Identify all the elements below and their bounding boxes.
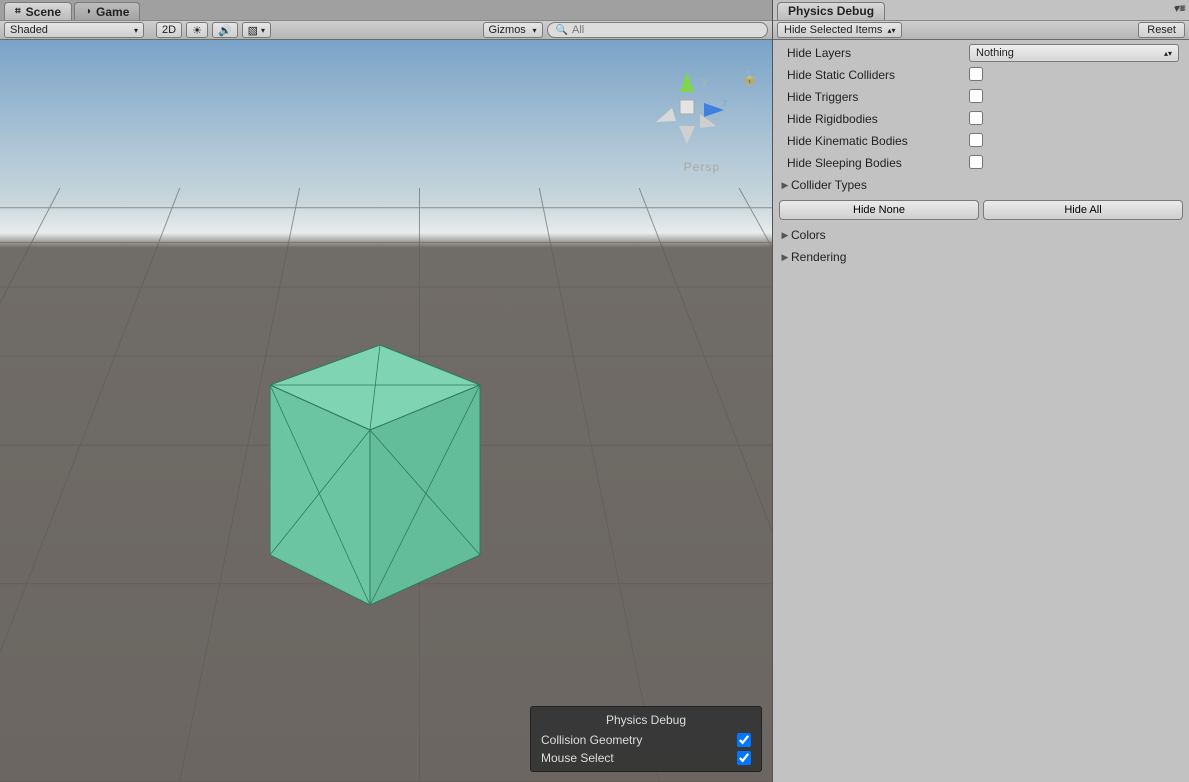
- image-icon: ▧: [248, 24, 258, 37]
- reset-button[interactable]: Reset: [1138, 22, 1185, 38]
- tab-physics-debug-label: Physics Debug: [788, 4, 874, 18]
- hide-none-button[interactable]: Hide None: [779, 200, 979, 220]
- tab-scene-label: Scene: [26, 5, 61, 19]
- hide-kinematic-label: Hide Kinematic Bodies: [779, 134, 969, 148]
- right-toolbar: Hide Selected Items ▴▾ Reset: [773, 20, 1189, 40]
- search-placeholder: All: [572, 24, 584, 36]
- physics-debug-panel: Physics Debug ▾≡ Hide Selected Items ▴▾ …: [773, 0, 1189, 782]
- projection-label[interactable]: Persp: [684, 160, 720, 174]
- triangle-right-icon: ▶: [779, 252, 791, 263]
- hide-all-button[interactable]: Hide All: [983, 200, 1183, 220]
- triangle-right-icon: ▶: [779, 180, 791, 191]
- hide-rigidbodies-checkbox[interactable]: [969, 111, 983, 125]
- axis-z-label: z: [722, 97, 728, 109]
- orientation-gizmo[interactable]: y z: [642, 66, 732, 156]
- foldout-colors[interactable]: ▶ Colors: [779, 224, 1183, 246]
- physics-debug-overlay: Physics Debug Collision Geometry Mouse S…: [530, 706, 762, 772]
- gizmos-dropdown[interactable]: Gizmos ▾: [483, 22, 543, 38]
- overlay-title: Physics Debug: [531, 711, 761, 731]
- scene-search-input[interactable]: 🔍 All: [547, 22, 768, 38]
- updown-icon: ▴▾: [1164, 49, 1172, 58]
- gizmos-label: Gizmos: [489, 24, 526, 36]
- hide-sleeping-checkbox[interactable]: [969, 155, 983, 169]
- audio-toggle[interactable]: 🔊: [212, 22, 238, 38]
- overlay-mouse-checkbox[interactable]: [737, 751, 751, 765]
- lock-icon[interactable]: 🔒: [742, 70, 758, 86]
- axis-y-label: y: [702, 75, 708, 87]
- hide-layers-value: Nothing: [976, 47, 1014, 59]
- right-body: Hide Layers Nothing ▴▾ Hide Static Colli…: [773, 40, 1189, 782]
- hide-layers-label: Hide Layers: [779, 46, 969, 60]
- tab-game[interactable]: ◑ Game: [74, 2, 140, 20]
- hide-triggers-label: Hide Triggers: [779, 90, 969, 104]
- hide-rigidbodies-label: Hide Rigidbodies: [779, 112, 969, 126]
- toggle-2d-button[interactable]: 2D: [156, 22, 182, 38]
- updown-icon: ▴▾: [887, 26, 895, 35]
- game-icon: ◑: [85, 6, 91, 17]
- right-tab-bar: Physics Debug ▾≡: [773, 0, 1189, 20]
- hide-triggers-checkbox[interactable]: [969, 89, 983, 103]
- hide-layers-dropdown[interactable]: Nothing ▴▾: [969, 44, 1179, 62]
- filter-mode-dropdown[interactable]: Hide Selected Items ▴▾: [777, 22, 902, 38]
- overlay-mouse-label: Mouse Select: [541, 751, 614, 765]
- scene-viewport[interactable]: y z Persp 🔒: [0, 40, 772, 782]
- shading-label: Shaded: [10, 24, 48, 36]
- foldout-collider-types[interactable]: ▶ Collider Types: [779, 174, 1183, 196]
- hide-static-label: Hide Static Colliders: [779, 68, 969, 82]
- foldout-rendering[interactable]: ▶ Rendering: [779, 246, 1183, 268]
- foldout-collider-types-label: Collider Types: [791, 178, 867, 192]
- triangle-right-icon: ▶: [779, 230, 791, 241]
- tab-physics-debug[interactable]: Physics Debug: [777, 2, 885, 20]
- tab-scene[interactable]: ⌗ Scene: [4, 2, 72, 20]
- search-icon: 🔍: [556, 25, 568, 36]
- chevron-down-icon: ▾: [261, 26, 265, 35]
- filter-mode-label: Hide Selected Items: [784, 24, 882, 36]
- panel-options-right-icon[interactable]: ▾≡: [1174, 4, 1185, 15]
- lighting-toggle[interactable]: ☀: [186, 22, 208, 38]
- scene-tab-bar: ⌗ Scene ◑ Game ▾≡: [0, 0, 772, 20]
- hide-sleeping-label: Hide Sleeping Bodies: [779, 156, 969, 170]
- sun-icon: ☀: [192, 24, 202, 37]
- chevron-down-icon: ▾: [134, 26, 138, 35]
- overlay-collision-checkbox[interactable]: [737, 733, 751, 747]
- hide-kinematic-checkbox[interactable]: [969, 133, 983, 147]
- foldout-rendering-label: Rendering: [791, 250, 846, 264]
- effects-toggle[interactable]: ▧▾: [242, 22, 271, 38]
- chevron-down-icon: ▾: [533, 26, 537, 35]
- scene-toolbar: Shaded ▾ 2D ☀ 🔊 ▧▾ Gizmos ▾ 🔍 All: [0, 20, 772, 40]
- scene-panel: ⌗ Scene ◑ Game ▾≡ Shaded ▾ 2D ☀ 🔊 ▧▾ Giz…: [0, 0, 773, 782]
- foldout-colors-label: Colors: [791, 228, 826, 242]
- scene-cube[interactable]: [250, 330, 510, 610]
- shading-dropdown[interactable]: Shaded ▾: [4, 22, 144, 38]
- hide-static-checkbox[interactable]: [969, 67, 983, 81]
- scene-icon: ⌗: [15, 6, 21, 17]
- tab-game-label: Game: [96, 5, 129, 19]
- audio-icon: 🔊: [218, 24, 232, 37]
- overlay-collision-label: Collision Geometry: [541, 733, 642, 747]
